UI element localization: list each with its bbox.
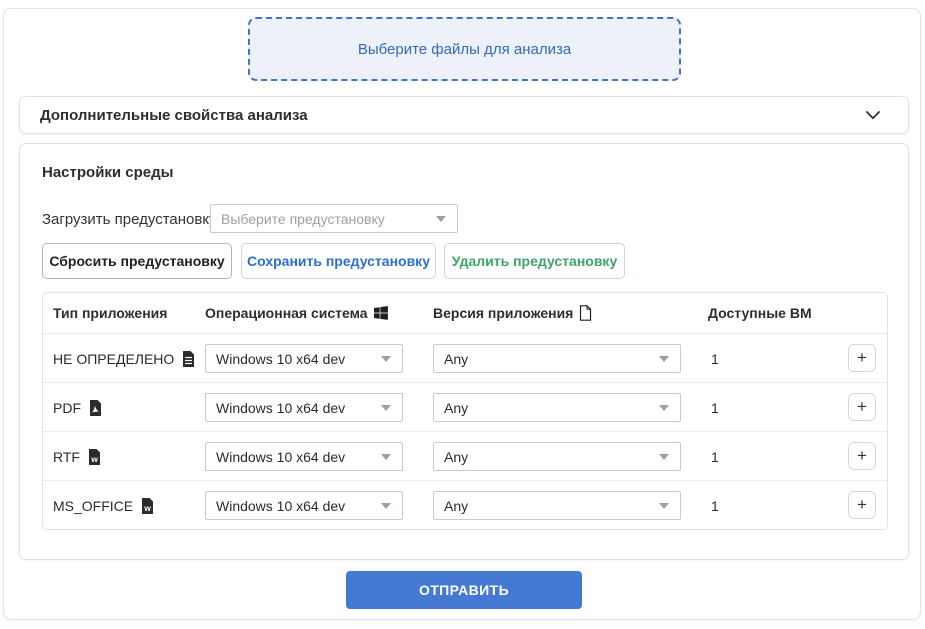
- save-preset-button[interactable]: Сохранить предустановку: [241, 243, 436, 279]
- environment-settings-title: Настройки среды: [42, 164, 173, 181]
- os-select[interactable]: Windows 10 x64 dev: [205, 393, 403, 422]
- table-row: НЕ ОПРЕДЕЛЕНО Windows 10 x64 dev Any 1: [43, 333, 887, 382]
- table-row: MS_OFFICE w Windows 10 x64 dev Any 1: [43, 480, 887, 529]
- pdf-file-icon: [89, 400, 102, 416]
- additional-properties-title: Дополнительные свойства анализа: [40, 107, 308, 124]
- app-type-label: PDF: [53, 400, 81, 416]
- version-select[interactable]: Any: [433, 393, 681, 422]
- app-type-cell: MS_OFFICE w: [53, 481, 154, 530]
- version-select[interactable]: Any: [433, 344, 681, 373]
- windows-logo-icon: [374, 306, 388, 320]
- app-type-label: RTF: [53, 449, 80, 465]
- header-os-label: Операционная система: [205, 305, 368, 321]
- preset-select[interactable]: Выберите предустановку: [210, 204, 458, 233]
- caret-down-icon: [381, 356, 391, 362]
- header-app-type-label: Тип приложения: [53, 305, 167, 321]
- table-row: RTF w Windows 10 x64 dev Any 1 +: [43, 431, 887, 480]
- app-type-cell: НЕ ОПРЕДЕЛЕНО: [53, 334, 195, 383]
- svg-text:w: w: [90, 454, 98, 464]
- version-select[interactable]: Any: [433, 491, 681, 520]
- caret-down-icon: [659, 356, 669, 362]
- app-type-cell: RTF w: [53, 432, 101, 481]
- version-select-value: Any: [444, 449, 468, 465]
- reset-preset-button[interactable]: Сбросить предустановку: [42, 243, 232, 279]
- header-os: Операционная система: [205, 293, 388, 333]
- available-vms-value: 1: [711, 481, 719, 530]
- dropzone-label: Выберите файлы для анализа: [358, 41, 571, 58]
- header-available-vms-label: Доступные ВМ: [708, 305, 812, 321]
- os-select-value: Windows 10 x64 dev: [216, 449, 345, 465]
- delete-preset-button[interactable]: Удалить предустановку: [444, 243, 625, 279]
- app-type-label: MS_OFFICE: [53, 498, 133, 514]
- version-select-value: Any: [444, 351, 468, 367]
- chevron-down-icon[interactable]: [866, 111, 880, 120]
- os-select-value: Windows 10 x64 dev: [216, 400, 345, 416]
- analysis-upload-page: Выберите файлы для анализа Дополнительны…: [0, 0, 925, 629]
- version-select-value: Any: [444, 400, 468, 416]
- file-lines-icon: [182, 351, 195, 367]
- app-type-cell: PDF: [53, 383, 102, 432]
- caret-down-icon: [659, 405, 669, 411]
- main-container: Выберите файлы для анализа Дополнительны…: [3, 8, 921, 620]
- load-preset-label: Загрузить предустановку: [42, 211, 217, 228]
- os-select[interactable]: Windows 10 x64 dev: [205, 344, 403, 373]
- available-vms-value: 1: [711, 334, 719, 383]
- caret-down-icon: [381, 503, 391, 509]
- caret-down-icon: [381, 454, 391, 460]
- add-vm-button[interactable]: +: [848, 442, 876, 470]
- os-select-value: Windows 10 x64 dev: [216, 498, 345, 514]
- header-app-type: Тип приложения: [53, 293, 167, 333]
- available-vms-value: 1: [711, 432, 719, 481]
- file-outline-icon: [579, 305, 592, 321]
- header-app-version: Версия приложения: [433, 293, 592, 333]
- submit-button[interactable]: ОТПРАВИТЬ: [346, 571, 582, 609]
- environment-settings-panel: Настройки среды Загрузить предустановку …: [19, 143, 909, 560]
- caret-down-icon: [659, 503, 669, 509]
- add-vm-button[interactable]: +: [848, 344, 876, 372]
- table-row: PDF Windows 10 x64 dev Any 1 +: [43, 382, 887, 431]
- preset-select-placeholder: Выберите предустановку: [221, 211, 385, 227]
- add-vm-button[interactable]: +: [848, 491, 876, 519]
- vm-config-table: Тип приложения Операционная система Верс…: [42, 292, 888, 530]
- caret-down-icon: [436, 216, 446, 222]
- os-select-value: Windows 10 x64 dev: [216, 351, 345, 367]
- version-select-value: Any: [444, 498, 468, 514]
- add-vm-button[interactable]: +: [848, 393, 876, 421]
- os-select[interactable]: Windows 10 x64 dev: [205, 442, 403, 471]
- available-vms-value: 1: [711, 383, 719, 432]
- header-app-version-label: Версия приложения: [433, 305, 573, 321]
- app-type-label: НЕ ОПРЕДЕЛЕНО: [53, 351, 174, 367]
- table-header-row: Тип приложения Операционная система Верс…: [43, 293, 887, 333]
- caret-down-icon: [381, 405, 391, 411]
- caret-down-icon: [659, 454, 669, 460]
- additional-properties-panel[interactable]: Дополнительные свойства анализа: [19, 96, 909, 134]
- word-file-icon: w: [141, 498, 154, 514]
- word-file-icon: w: [88, 449, 101, 465]
- version-select[interactable]: Any: [433, 442, 681, 471]
- file-dropzone[interactable]: Выберите файлы для анализа: [248, 17, 681, 81]
- svg-text:w: w: [143, 503, 151, 513]
- header-available-vms: Доступные ВМ: [708, 293, 812, 333]
- os-select[interactable]: Windows 10 x64 dev: [205, 491, 403, 520]
